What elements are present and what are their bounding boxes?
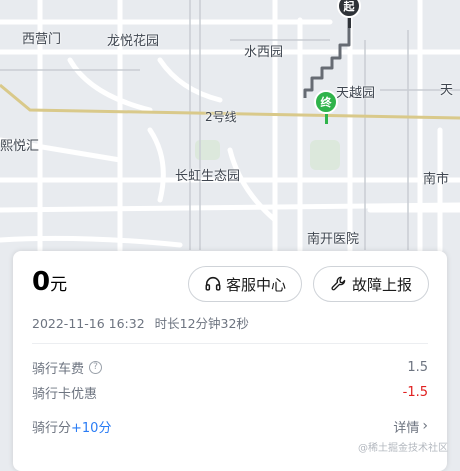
start-marker[interactable]: 起: [337, 0, 361, 28]
map-label-longyue: 龙悦花园: [107, 34, 160, 49]
map-label-line2: 2号线: [205, 110, 237, 124]
trip-amount-value: 0: [32, 267, 51, 297]
map-label-xiyue: 熙悦汇: [0, 139, 40, 154]
map-label-changhong: 长虹生态园: [175, 169, 241, 184]
wrench-icon: [331, 276, 346, 291]
end-marker-label: 终: [314, 90, 338, 114]
map-label-shuixi: 水西园: [244, 45, 284, 60]
ride-points-label: 骑行分: [32, 420, 72, 436]
customer-service-button[interactable]: 客服中心: [188, 266, 302, 302]
trip-meta: 2022-11-16 16:32 时长12分钟32秒: [32, 313, 249, 332]
ride-points-value: +10分: [71, 420, 112, 436]
ride-fee-row: 骑行车费 ? 1.5: [32, 357, 428, 377]
ride-fee-value: 1.5: [407, 359, 428, 375]
headset-icon: [205, 276, 221, 291]
map-label-nan-shi: 南市: [423, 172, 450, 187]
trip-duration: 时长12分钟32秒: [154, 316, 249, 331]
card-discount-value: -1.5: [402, 384, 428, 400]
report-fault-label: 故障上报: [351, 275, 412, 294]
map-label-xiyingmen: 西营门: [22, 32, 62, 47]
end-marker-tail: [324, 114, 328, 124]
details-link[interactable]: 详情 ›: [393, 417, 428, 436]
card-discount-label: 骑行卡优惠: [32, 386, 98, 402]
customer-service-label: 客服中心: [225, 275, 286, 294]
trip-summary-card: 0元 客服中心 故障上报 2022-11-16 16:32 时长12分钟32秒 …: [13, 251, 447, 471]
map-label-tianyue: 天越园: [336, 86, 376, 101]
watermark: @稀土掘金技术社区: [358, 443, 448, 454]
start-marker-label: 起: [337, 0, 361, 18]
help-icon[interactable]: ?: [89, 360, 103, 374]
trip-time: 2022-11-16 16:32: [32, 316, 145, 331]
start-marker-tail: [347, 18, 351, 28]
trip-amount-unit: 元: [50, 275, 68, 295]
ride-fee-label: 骑行车费: [32, 361, 85, 377]
chevron-right-icon: ›: [422, 418, 428, 434]
card-divider: [32, 343, 428, 344]
card-discount-row: 骑行卡优惠 -1.5: [32, 382, 428, 402]
map-label-tian: 天: [440, 83, 454, 98]
trip-amount: 0元: [32, 267, 67, 297]
report-fault-button[interactable]: 故障上报: [313, 266, 429, 302]
end-marker[interactable]: 终: [314, 90, 338, 124]
ride-points-row[interactable]: 骑行分 +10分 详情 ›: [32, 416, 428, 436]
map-label-nankai-hospital: 南开医院: [307, 232, 360, 247]
details-label: 详情: [393, 420, 420, 436]
